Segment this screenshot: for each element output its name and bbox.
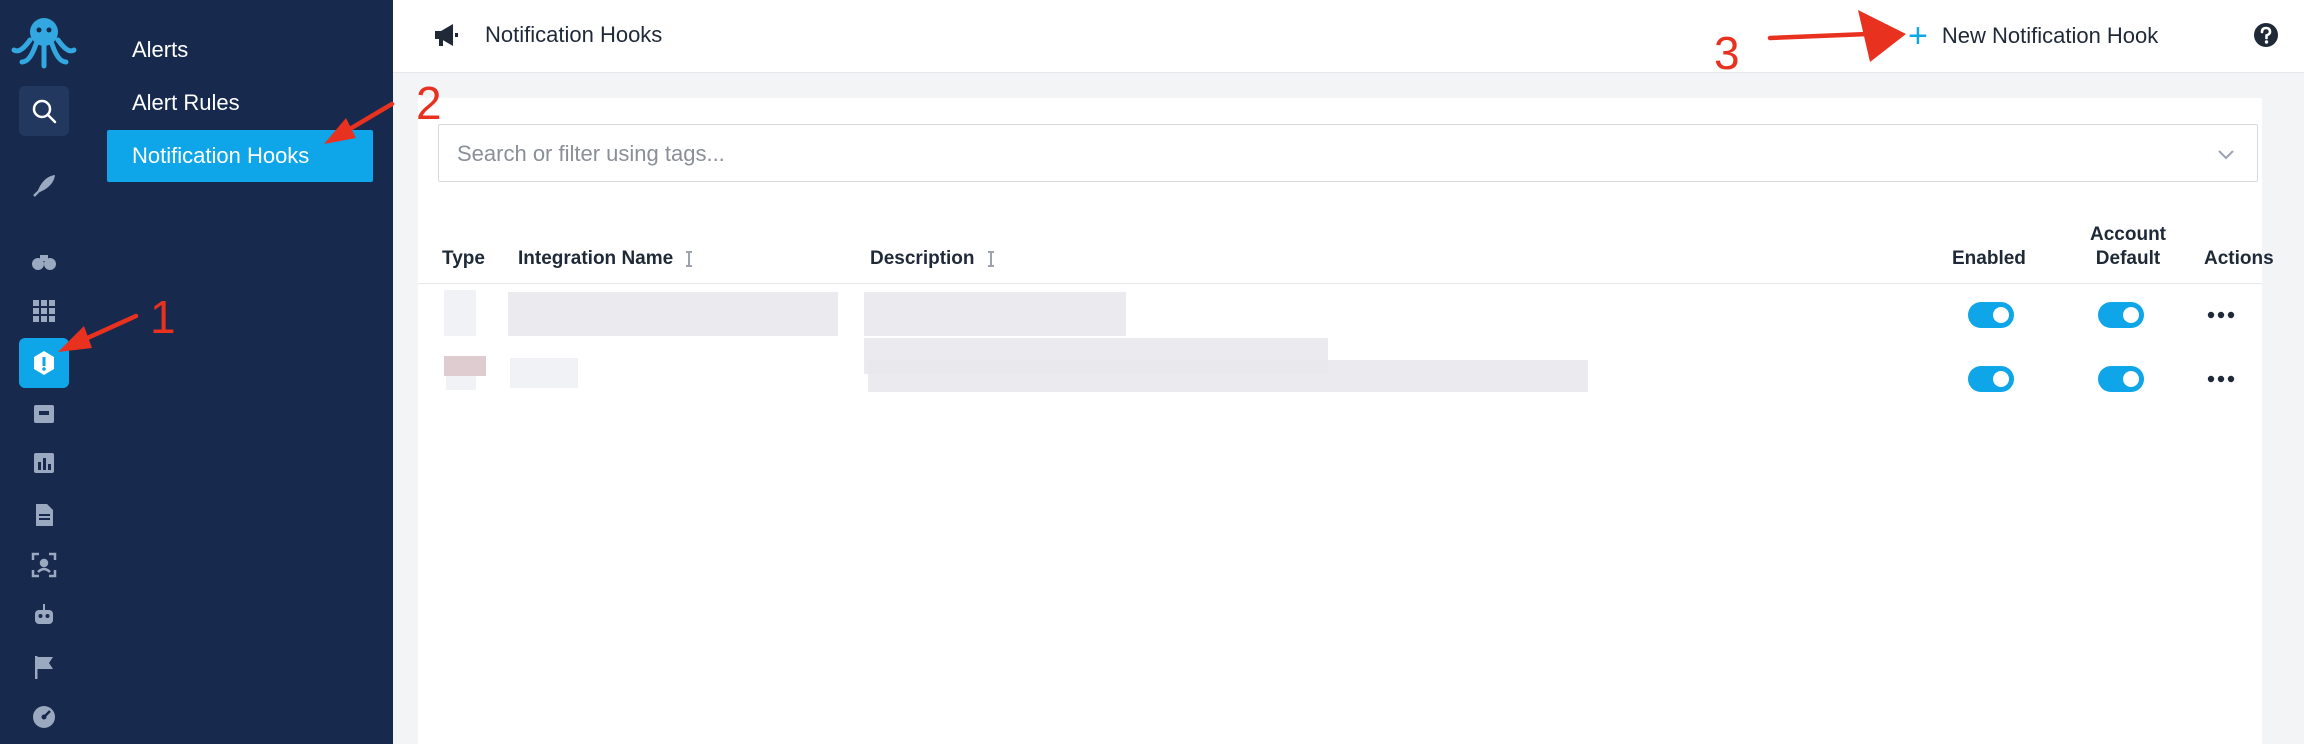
page-title: Notification Hooks <box>485 22 663 47</box>
scan-icon[interactable] <box>19 540 69 590</box>
annotation-number-2: 2 <box>416 77 442 129</box>
chart-icon[interactable] <box>19 438 69 488</box>
enabled-toggle[interactable] <box>1968 366 2014 392</box>
subnav-item-alert-rules[interactable]: Alert Rules <box>107 77 373 129</box>
binoculars-icon[interactable] <box>19 236 69 286</box>
redacted-description <box>864 292 1126 336</box>
redacted-description-line2 <box>868 360 1588 392</box>
column-header-actions: Actions <box>2204 248 2274 269</box>
document-icon[interactable] <box>19 490 69 540</box>
column-header-integration-name[interactable]: Integration Name <box>518 248 694 270</box>
robot-icon[interactable] <box>19 590 69 640</box>
column-header-description[interactable]: Description <box>870 248 996 270</box>
redacted-type <box>444 290 476 336</box>
rocket-icon[interactable] <box>19 161 69 211</box>
tag-search-box[interactable] <box>438 124 2258 183</box>
column-header-integration-name-label: Integration Name <box>518 248 674 269</box>
table-row[interactable] <box>418 288 2262 348</box>
sort-icon[interactable] <box>986 249 996 269</box>
more-actions-icon[interactable] <box>2206 310 2236 320</box>
column-header-account-default: Account Default <box>2068 224 2188 270</box>
column-header-account-default-line2: Default <box>2095 248 2161 269</box>
new-notification-hook-button[interactable]: + New Notification Hook <box>1908 18 2158 54</box>
redacted-integration-name <box>508 292 838 336</box>
column-header-enabled: Enabled <box>1952 248 2026 269</box>
table-header-divider <box>418 283 2262 284</box>
chevron-down-icon[interactable] <box>2215 143 2237 165</box>
new-notification-hook-label: New Notification Hook <box>1941 23 2159 48</box>
account-default-toggle[interactable] <box>2098 366 2144 392</box>
inbox-icon[interactable] <box>19 388 69 438</box>
dashboard-icon[interactable] <box>19 692 69 742</box>
plus-icon: + <box>1908 17 1928 55</box>
icon-rail <box>0 0 90 744</box>
column-header-account-default-line1: Account <box>2090 224 2166 245</box>
grid-icon[interactable] <box>19 286 69 336</box>
account-default-toggle[interactable] <box>2098 302 2144 328</box>
alert-icon[interactable] <box>19 338 69 388</box>
notification-hooks-panel: Type Integration Name Description Enable… <box>418 98 2274 744</box>
subnav-item-notification-hooks[interactable]: Notification Hooks <box>107 130 373 182</box>
megaphone-icon <box>435 24 458 46</box>
question-icon[interactable] <box>2251 20 2281 50</box>
more-actions-icon[interactable] <box>2206 374 2236 384</box>
annotation-number-3: 3 <box>1714 27 1740 79</box>
top-bar: Notification Hooks + New Notification Ho… <box>393 0 2304 73</box>
octopus-logo[interactable] <box>10 10 78 72</box>
sort-icon[interactable] <box>684 249 694 269</box>
column-header-description-label: Description <box>870 248 975 269</box>
subnav-item-alerts[interactable]: Alerts <box>107 24 373 76</box>
search-icon[interactable] <box>19 86 69 136</box>
redacted-type <box>444 356 486 376</box>
annotation-number-1: 1 <box>150 291 176 343</box>
flag-icon[interactable] <box>19 642 69 692</box>
redacted-integration-name <box>510 358 578 388</box>
redacted-type-detail <box>446 376 476 390</box>
enabled-toggle[interactable] <box>1968 302 2014 328</box>
alerts-subnav: Alerts Alert Rules Notification Hooks <box>89 0 393 744</box>
tag-search-input[interactable] <box>455 125 2199 183</box>
column-header-type: Type <box>442 248 485 269</box>
table-row[interactable] <box>418 338 2262 408</box>
